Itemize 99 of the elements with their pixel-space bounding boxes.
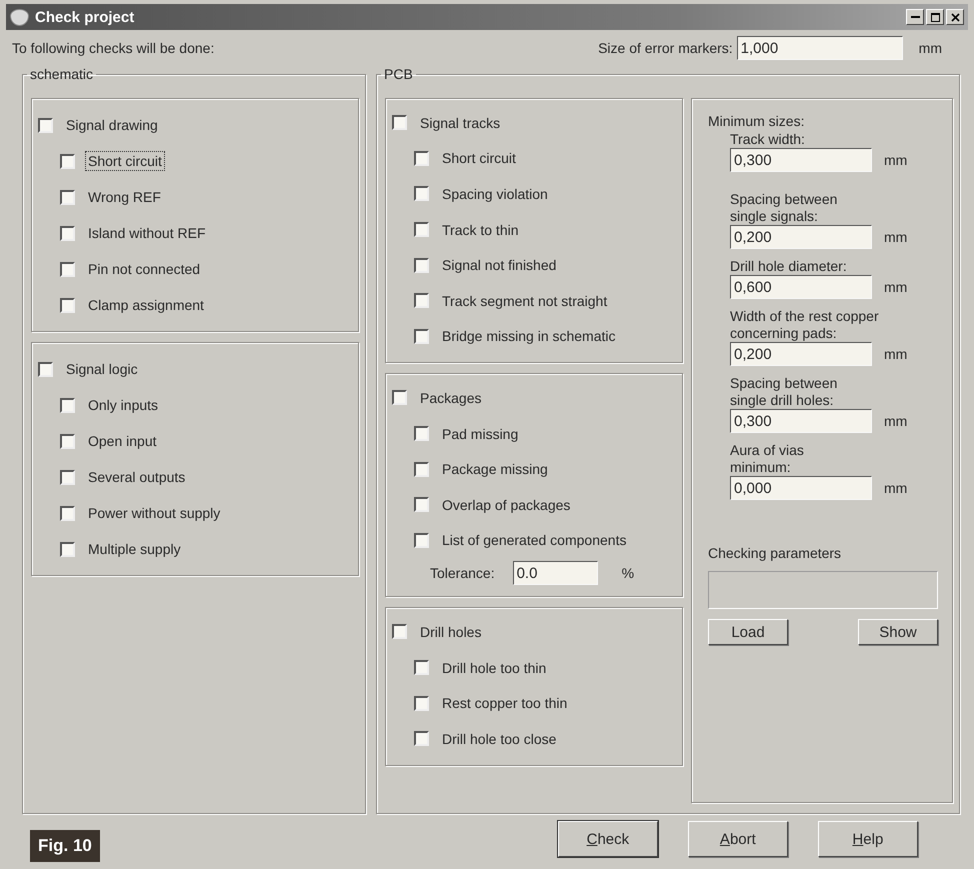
checkbox-label: Signal logic (65, 360, 139, 379)
checkbox-label: Packages (419, 388, 482, 408)
checkbox[interactable] (414, 731, 429, 746)
checkbox-label: Island without REF (87, 224, 206, 243)
checkbox[interactable] (392, 115, 407, 130)
field-label: Size of error markers: (598, 40, 733, 56)
checkbox[interactable] (414, 696, 429, 711)
group-title: PCB (383, 66, 414, 82)
checkbox-label: Short circuit (85, 151, 165, 171)
figure-label: Fig. 10 (30, 830, 100, 862)
button[interactable]: Show (858, 619, 938, 645)
checkbox-label: Drill hole too thin (441, 658, 548, 678)
unit-label: % (622, 565, 634, 582)
checkbox[interactable] (60, 154, 75, 168)
checkbox[interactable] (392, 624, 407, 640)
checkbox[interactable] (414, 462, 429, 477)
section-heading: Checking parameters (708, 545, 842, 561)
field-label: Aura of vias minimum: (730, 442, 805, 476)
checkbox-label: Drill holes (419, 622, 482, 642)
maximize-icon (930, 12, 940, 22)
checkbox-label: Drill hole too close (441, 730, 558, 749)
checkbox[interactable] (60, 398, 75, 412)
field-label: Spacing between single drill holes: (730, 375, 838, 409)
checkbox-label: Rest copper too thin (441, 694, 568, 714)
checkbox[interactable] (414, 150, 429, 166)
field-label: Tolerance: (430, 565, 495, 582)
value-field[interactable]: 0,600 (730, 275, 872, 299)
checkbox[interactable] (38, 362, 53, 376)
checkbox[interactable] (414, 186, 429, 202)
field-label: Drill hole diameter: (730, 258, 848, 275)
checkbox[interactable] (38, 118, 53, 132)
button[interactable]: Help (818, 821, 918, 857)
checkbox-label: Package missing (441, 460, 549, 480)
checkbox-label: Signal drawing (65, 116, 159, 135)
window-title: Check project (35, 8, 136, 26)
checkbox[interactable] (414, 426, 429, 442)
checkbox[interactable] (414, 497, 429, 512)
minimize-button[interactable] (906, 9, 924, 25)
unit-label: mm (884, 152, 908, 168)
checkbox-label: Pad missing (441, 424, 520, 444)
value-field[interactable]: 0,200 (730, 225, 872, 249)
checkbox-label: Signal tracks (419, 114, 502, 133)
unit-label: mm (884, 480, 908, 496)
checkbox[interactable] (60, 434, 75, 448)
checkbox[interactable] (60, 262, 75, 276)
button[interactable]: Check (558, 821, 658, 857)
instruction-text: To following checks will be done: (12, 40, 214, 56)
close-button[interactable] (946, 9, 964, 25)
checkbox-label: Track segment not straight (441, 292, 608, 311)
unit-label: mm (884, 279, 908, 295)
checkbox-label: Only inputs (87, 396, 160, 415)
group-title: schematic (29, 66, 94, 82)
checkbox[interactable] (414, 532, 429, 548)
field-label: Width of the rest copper concerning pads: (730, 308, 880, 342)
unit-label: mm (884, 346, 908, 362)
checkbox-label: Pin not connected (87, 260, 202, 279)
close-icon (950, 12, 960, 22)
checkbox-label: Spacing violation (441, 184, 549, 204)
unit-label: mm (884, 413, 908, 429)
button[interactable]: Load (708, 619, 788, 645)
checkbox[interactable] (392, 390, 407, 406)
checkbox[interactable] (414, 660, 429, 676)
checkbox-label: Overlap of packages (441, 496, 572, 515)
checkbox-label: Bridge missing in schematic (441, 327, 617, 346)
checkbox[interactable] (414, 293, 429, 308)
app-logo-icon (10, 8, 29, 26)
checkbox-label: Clamp assignment (87, 296, 205, 315)
checkbox[interactable] (60, 470, 75, 484)
tolerance-field[interactable]: 0.0 (512, 561, 598, 586)
field-label: Track width: (730, 131, 806, 148)
button[interactable]: Abort (688, 821, 788, 857)
checkbox-label: Track to thin (441, 220, 520, 240)
marker-size-field[interactable]: 1,000 (736, 36, 903, 60)
checkbox-label: Open input (87, 432, 158, 451)
checkbox-label: Wrong REF (87, 188, 162, 207)
value-field[interactable]: 0,200 (730, 342, 872, 366)
value-field[interactable]: 0,300 (730, 148, 872, 172)
unit-label: mm (918, 40, 942, 56)
minimize-icon (910, 16, 920, 18)
checkbox[interactable] (60, 542, 75, 556)
checkbox[interactable] (60, 298, 75, 312)
checkbox[interactable] (414, 222, 429, 238)
section-heading: Minimum sizes: (708, 113, 806, 129)
checkbox[interactable] (60, 506, 75, 520)
checkbox-label: List of generated components (441, 531, 628, 550)
checkbox[interactable] (414, 258, 429, 273)
checkbox[interactable] (60, 226, 75, 240)
checkbox-label: Short circuit (441, 149, 517, 168)
value-field[interactable]: 0,000 (730, 476, 872, 500)
field-label: Spacing between single signals: (730, 191, 838, 225)
value-field[interactable]: 0,300 (730, 409, 872, 433)
checkbox-label: Power without supply (87, 504, 222, 523)
maximize-button[interactable] (926, 9, 944, 25)
checkbox[interactable] (60, 190, 75, 204)
checkbox-label: Several outputs (87, 468, 186, 487)
unit-label: mm (884, 229, 908, 245)
checkbox-label: Signal not finished (441, 256, 558, 276)
checkbox[interactable] (414, 328, 429, 344)
checkbox-label: Multiple supply (87, 540, 182, 559)
